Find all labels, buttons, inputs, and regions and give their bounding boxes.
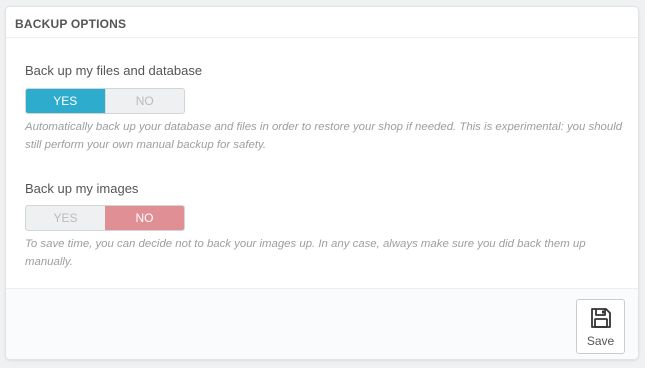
- backup-images-label: Back up my images: [25, 181, 139, 196]
- backup-files-yes-option[interactable]: YES: [26, 89, 105, 113]
- panel-footer: Save: [6, 288, 638, 359]
- backup-images-yes-option[interactable]: YES: [26, 206, 105, 230]
- backup-images-switch[interactable]: YES NO: [25, 205, 185, 231]
- save-button[interactable]: Save: [576, 299, 625, 354]
- backup-files-switch[interactable]: YES NO: [25, 88, 185, 114]
- panel-title: BACKUP OPTIONS: [6, 7, 638, 38]
- backup-files-no-option[interactable]: NO: [104, 89, 185, 113]
- backup-images-help: To save time, you can decide not to back…: [25, 238, 586, 268]
- backup-files-label: Back up my files and database: [25, 63, 203, 78]
- backup-options-panel: BACKUP OPTIONS Back up my files and data…: [5, 6, 639, 360]
- panel-body: Back up my files and database YES NO Aut…: [6, 38, 638, 289]
- floppy-disk-icon: [590, 307, 611, 328]
- backup-files-help: Automatically back up your database and …: [25, 121, 623, 151]
- backup-images-no-option[interactable]: NO: [105, 206, 184, 230]
- save-button-label: Save: [586, 333, 615, 348]
